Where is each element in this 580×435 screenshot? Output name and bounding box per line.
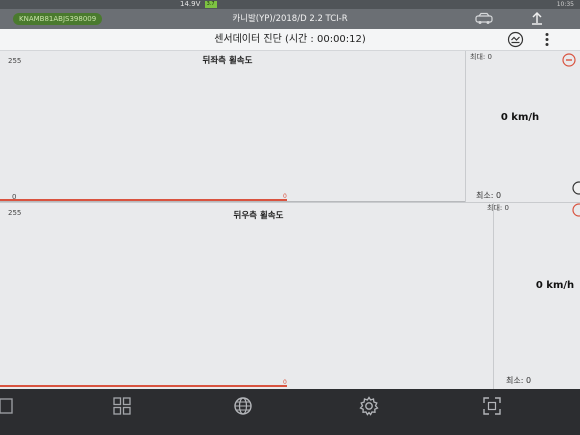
bottom-nav — [0, 389, 580, 435]
min-label: 최소: 0 — [506, 376, 532, 385]
minus-circle-icon[interactable] — [562, 53, 576, 67]
value-side-panel: 최대: 0 0 km/h 최소: 0 — [487, 203, 580, 390]
status-bar: 14.9V 3.7 10:35 — [0, 0, 580, 9]
max-label: 최대: 0 — [487, 204, 509, 212]
signal-trace — [0, 385, 287, 387]
apps-grid-icon[interactable] — [111, 395, 133, 417]
graph-area: 뒤좌측 휠속도 255 0 0 — [0, 51, 466, 202]
y-axis-max: 255 — [8, 57, 22, 65]
min-label: 최소: 0 — [476, 191, 502, 200]
speed-readout: 0 km/h — [500, 112, 540, 123]
expand-icon[interactable] — [572, 181, 580, 195]
y-axis-max: 255 — [8, 209, 22, 217]
wheel-speed-panel-rear-left: 뒤좌측 휠속도 255 0 0 최대: 0 0 km/h 최소: 0 — [0, 51, 580, 202]
speed-readout: 0 km/h — [535, 280, 575, 291]
vehicle-bar: KNAMB81ABJS398009 카니발(YP)/2018/D 2.2 TCI… — [0, 9, 580, 29]
screen: 14.9V 3.7 10:35 KNAMB81ABJS398009 카니발(YP… — [0, 0, 580, 435]
voltage-value: 14.9V — [180, 0, 201, 8]
battery-icon: 3.7 — [204, 1, 217, 8]
graph-area: 뒤우측 휠속도 255 0 — [0, 203, 494, 390]
voltage-readout: 14.9V 3.7 — [180, 0, 217, 9]
more-vertical-icon[interactable] — [543, 31, 551, 48]
chart-title: 뒤우측 휠속도 — [233, 211, 284, 221]
gear-icon[interactable] — [358, 395, 380, 417]
page-title: 센서데이터 진단 (시간 : 00:00:12) — [214, 34, 366, 45]
wheel-speed-panel-rear-right: 뒤우측 휠속도 255 0 최대: 0 0 km/h 최소: 0 — [0, 202, 580, 390]
max-label: 최대: 0 — [470, 53, 492, 61]
car-icon[interactable] — [474, 12, 494, 25]
minus-circle-icon[interactable] — [572, 203, 580, 217]
trace-value-label: 0 — [283, 193, 287, 200]
trace-value-label: 0 — [283, 379, 287, 386]
capture-icon[interactable] — [481, 395, 503, 417]
clock: 10:35 — [556, 1, 574, 8]
globe-icon[interactable] — [232, 395, 254, 417]
title-bar: 센서데이터 진단 (시간 : 00:00:12) — [0, 29, 580, 51]
upload-icon[interactable] — [530, 11, 544, 26]
back-icon[interactable] — [0, 395, 18, 417]
chart-title: 뒤좌측 휠속도 — [202, 56, 253, 66]
value-side-panel: 최대: 0 0 km/h 최소: 0 — [466, 51, 580, 202]
graph-toggle-icon[interactable] — [507, 31, 524, 48]
